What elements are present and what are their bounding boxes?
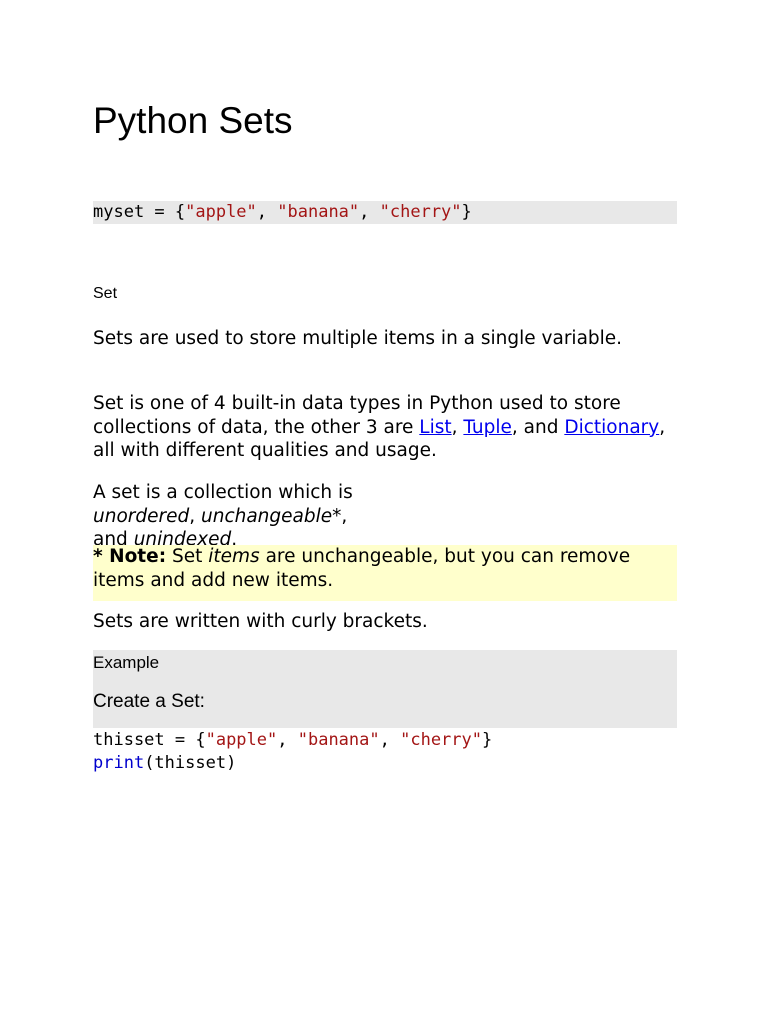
code-text: myset = { <box>93 202 186 222</box>
code-text: , <box>379 730 401 750</box>
emphasis: items <box>208 546 260 567</box>
text: , <box>189 505 201 527</box>
note-box: * Note: Set items are unchangeable, but … <box>93 545 677 601</box>
text: , <box>451 416 464 438</box>
paragraph-collection: A set is a collection which is unordered… <box>93 481 383 552</box>
text: Set <box>166 546 209 567</box>
paragraph-types: Set is one of 4 built-in data types in P… <box>93 392 677 463</box>
code-string: "banana" <box>297 730 380 750</box>
code-string: "banana" <box>277 202 360 222</box>
page-title: Python Sets <box>93 100 293 141</box>
code-string: "cherry" <box>400 730 482 750</box>
code-string: "apple" <box>205 730 278 750</box>
note-label: * Note: <box>93 546 167 567</box>
example-heading: Create a Set: <box>93 691 205 712</box>
link-list[interactable]: List <box>419 417 451 438</box>
link-dictionary[interactable]: Dictionary <box>564 417 659 438</box>
link-tuple[interactable]: Tuple <box>463 417 511 438</box>
text: , and <box>511 416 565 438</box>
paragraph-intro: Sets are used to store multiple items in… <box>93 328 623 349</box>
code-text: (thisset) <box>144 753 237 773</box>
code-text: , <box>256 202 278 222</box>
emphasis: unordered <box>93 505 190 527</box>
code-block-example: thisset = {"apple", "banana", "cherry"} … <box>93 729 677 775</box>
code-block-myset: myset = {"apple", "banana", "cherry"} <box>93 201 677 224</box>
paragraph-curly: Sets are written with curly brackets. <box>93 611 428 632</box>
code-text: , <box>277 730 298 750</box>
document-page: Python Sets myset = {"apple", "banana", … <box>0 0 768 1024</box>
text: A set is a collection which is <box>93 482 353 503</box>
code-keyword: print <box>93 753 145 773</box>
code-text: } <box>482 730 493 750</box>
code-text: thisset = { <box>93 730 206 750</box>
code-text: , <box>359 202 380 222</box>
emphasis: unchangeable <box>201 505 333 527</box>
code-text: } <box>461 202 472 222</box>
section-label: Set <box>93 285 118 302</box>
example-box: Example Create a Set: <box>93 650 677 728</box>
code-string: "apple" <box>185 202 257 222</box>
code-string: "cherry" <box>379 202 462 222</box>
example-label: Example <box>93 653 160 672</box>
